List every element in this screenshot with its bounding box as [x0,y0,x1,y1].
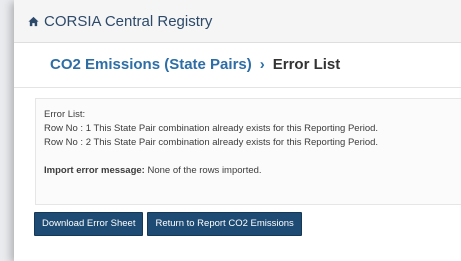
brand[interactable]: CORSIA Central Registry [28,13,212,30]
download-error-sheet-button[interactable]: Download Error Sheet [34,212,144,236]
page-title: Error List [272,56,341,73]
top-bar: CORSIA Central Registry [14,0,461,43]
breadcrumb-link-co2-emissions[interactable]: CO2 Emissions (State Pairs) [50,56,252,73]
action-buttons: Download Error Sheet Return to Report CO… [34,212,302,236]
breadcrumb: CO2 Emissions (State Pairs) › Error List [50,56,340,73]
breadcrumb-separator-icon: › [259,56,265,73]
return-to-report-button[interactable]: Return to Report CO2 Emissions [147,212,302,236]
divider [14,87,461,88]
error-row: Row No : 2 This State Pair combination a… [44,137,379,148]
app-title: CORSIA Central Registry [44,13,213,30]
error-list-heading: Error List: [44,109,86,120]
import-error-text: None of the rows imported. [144,165,262,176]
error-list-box: Error List: Row No : 1 This State Pair c… [35,98,461,205]
main-panel: CORSIA Central Registry CO2 Emissions (S… [14,0,461,261]
error-row: Row No : 1 This State Pair combination a… [44,123,379,134]
import-error-message: Import error message: None of the rows i… [44,164,454,178]
home-icon [28,16,39,27]
import-error-label: Import error message: [44,165,145,176]
